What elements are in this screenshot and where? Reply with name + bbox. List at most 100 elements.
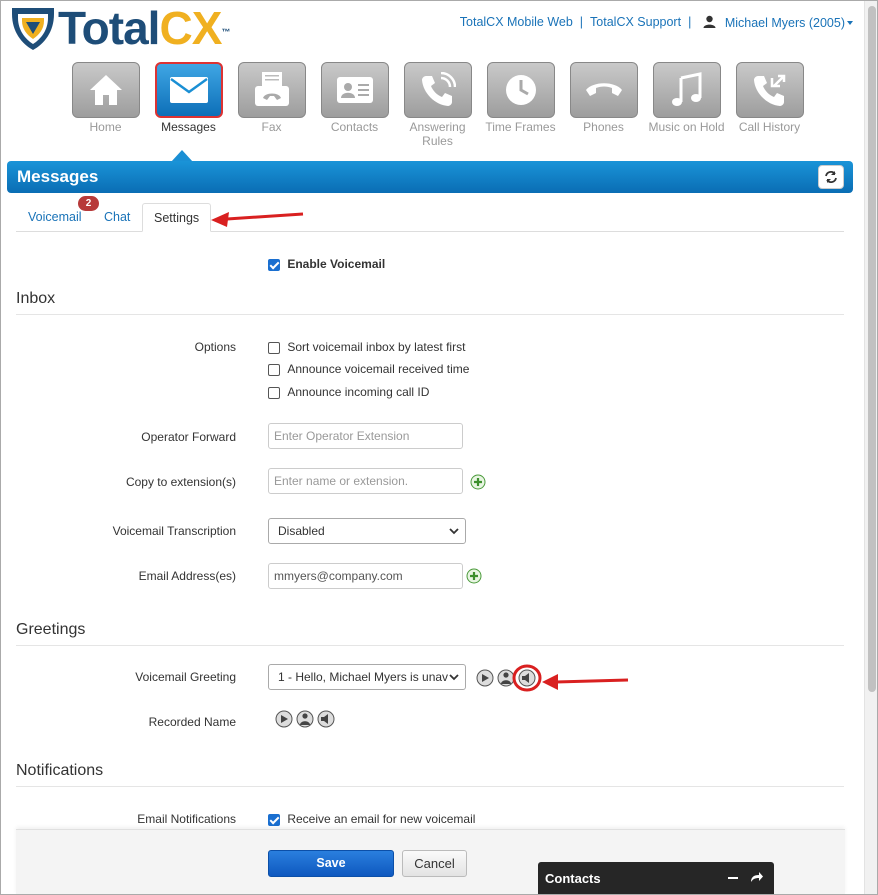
tab-label: Chat (104, 210, 131, 224)
save-button[interactable]: Save (268, 850, 394, 877)
call-history-icon (753, 74, 785, 106)
sort-latest-checkbox[interactable] (268, 341, 280, 354)
contact-card-icon (336, 77, 373, 103)
nav-item-messages[interactable]: Messages (147, 62, 230, 148)
nav-label: Fax (261, 120, 282, 134)
contacts-dock[interactable]: Contacts (538, 862, 774, 895)
nav-label: Messages (161, 120, 216, 134)
totalcx-logo[interactable]: TotalCX™ (8, 2, 230, 54)
link-separator: | (579, 15, 584, 29)
option-announce-caller[interactable]: Announce incoming call ID (268, 385, 429, 399)
music-note-icon (671, 72, 701, 106)
recorded-name-label: Recorded Name (148, 715, 236, 729)
tab-voicemail[interactable]: Voicemail 2 (17, 196, 99, 232)
options-label: Options (194, 340, 236, 354)
page-title: Messages (17, 167, 99, 186)
minimize-icon[interactable] (728, 877, 738, 879)
envelope-icon (169, 77, 208, 103)
home-icon (89, 75, 122, 105)
section-divider (16, 786, 844, 787)
cancel-button[interactable]: Cancel (402, 850, 467, 877)
annotation-arrow-icon (211, 212, 304, 227)
copy-extension-input[interactable]: Enter name or extension. (268, 468, 463, 494)
message-tabs: Voicemail 2 Chat Settings (16, 196, 844, 232)
greeting-value: 1 - Hello, Michael Myers is unav (278, 670, 449, 684)
greetings-heading: Greetings (16, 621, 86, 638)
nav-item-music-on-hold[interactable]: Music on Hold (645, 62, 728, 148)
nav-phones-tile (569, 62, 638, 118)
link-separator: | (688, 15, 692, 29)
refresh-icon (825, 171, 837, 183)
record-icon[interactable] (296, 710, 314, 728)
copy-label: Copy to extension(s) (125, 475, 236, 489)
play-icon[interactable] (476, 669, 494, 687)
tab-label: Settings (154, 211, 200, 225)
option-announce-time[interactable]: Announce voicemail received time (268, 362, 469, 376)
greeting-select[interactable]: 1 - Hello, Michael Myers is unav (268, 664, 466, 690)
add-copy-extension-icon[interactable] (470, 474, 486, 490)
inbox-heading: Inbox (16, 290, 56, 307)
section-divider (16, 645, 844, 646)
announce-time-checkbox[interactable] (268, 363, 280, 376)
nav-label: Call History (738, 120, 801, 134)
operator-forward-input[interactable]: Enter Operator Extension (268, 423, 463, 449)
nav-item-home[interactable]: Home (64, 62, 147, 148)
page: TotalCX™ TotalCX Mobile Web | TotalCX Su… (0, 0, 864, 895)
user-menu[interactable]: Michael Myers (2005) (703, 14, 853, 30)
email-notifications-option-label: Receive an email for new voicemail (287, 812, 476, 826)
user-name: Michael Myers (2005) (724, 16, 845, 30)
nav-music-tile (652, 62, 721, 118)
refresh-button[interactable] (818, 165, 844, 189)
email-label: Email Address(es) (138, 569, 236, 583)
email-input[interactable]: mmyers@company.com (268, 563, 463, 589)
nav-label: Answering Rules (409, 120, 466, 148)
nav-label: Time Frames (485, 120, 556, 134)
phone-rules-icon (421, 72, 456, 106)
nav-home-tile (71, 62, 140, 118)
nav-label: Music on Hold (648, 120, 725, 134)
contacts-dock-title: Contacts (545, 871, 601, 886)
section-divider (16, 314, 844, 315)
scrollbar-thumb[interactable] (868, 6, 876, 692)
email-notifications-label: Email Notifications (137, 812, 236, 826)
nav-fax-tile (237, 62, 306, 118)
top-links: TotalCX Mobile Web | TotalCX Support | M… (460, 14, 853, 30)
transcription-label: Voicemail Transcription (112, 524, 236, 538)
shield-logo-icon (12, 8, 54, 50)
option-sort-latest[interactable]: Sort voicemail inbox by latest first (268, 340, 465, 354)
nav-call-history-tile (735, 62, 804, 118)
annotation-circle-icon (512, 664, 542, 692)
enable-voicemail-checkbox[interactable] (268, 258, 280, 271)
nav-item-phones[interactable]: Phones (562, 62, 645, 148)
nav-item-contacts[interactable]: Contacts (313, 62, 396, 148)
nav-item-fax[interactable]: Fax (230, 62, 313, 148)
email-notifications-checkbox[interactable] (268, 813, 280, 826)
play-icon[interactable] (275, 710, 293, 728)
transcription-select[interactable]: Disabled (268, 518, 466, 544)
tab-label: Voicemail (28, 210, 82, 224)
nav-item-call-history[interactable]: Call History (728, 62, 811, 148)
nav-item-answering-rules[interactable]: Answering Rules (396, 62, 479, 148)
nav-messages-tile (154, 62, 223, 118)
page-scrollbar[interactable] (864, 0, 878, 895)
mobile-web-link[interactable]: TotalCX Mobile Web (460, 15, 573, 29)
email-notifications-option[interactable]: Receive an email for new voicemail (268, 812, 475, 826)
announce-caller-checkbox[interactable] (268, 386, 280, 399)
chevron-down-icon (449, 674, 459, 681)
nav-label: Contacts (330, 120, 379, 134)
chevron-down-icon (847, 21, 853, 25)
option-label: Announce voicemail received time (287, 362, 470, 376)
support-link[interactable]: TotalCX Support (590, 15, 681, 29)
handset-icon (585, 83, 622, 96)
tab-chat[interactable]: Chat (93, 203, 141, 232)
enable-voicemail-row[interactable]: Enable Voicemail (268, 257, 385, 271)
speaker-icon[interactable] (317, 710, 335, 728)
popout-arrow-icon[interactable] (750, 871, 764, 883)
tab-settings[interactable]: Settings (142, 203, 212, 232)
enable-voicemail-label: Enable Voicemail (287, 257, 386, 271)
notifications-heading: Notifications (16, 762, 104, 779)
clock-icon (505, 75, 536, 105)
add-email-icon[interactable] (466, 568, 482, 584)
nav-item-time-frames[interactable]: Time Frames (479, 62, 562, 148)
user-icon (703, 15, 716, 28)
